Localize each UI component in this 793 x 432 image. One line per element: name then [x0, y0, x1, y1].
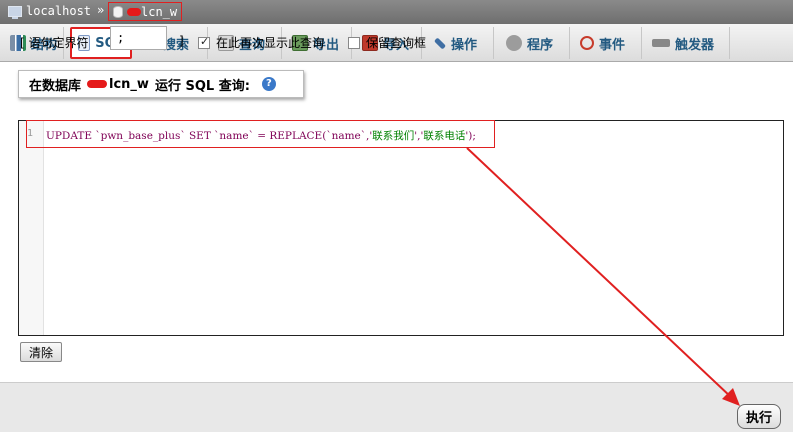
show-again-checkbox[interactable] [198, 35, 210, 49]
clear-button[interactable]: 清除 [20, 342, 62, 362]
tab-operations[interactable]: 操作 [428, 27, 494, 59]
redaction-mark [87, 80, 108, 88]
tab-label: 事件 [599, 37, 626, 53]
routines-icon [506, 35, 522, 51]
show-again-label[interactable]: 在此再次显示此查询 [216, 34, 324, 51]
delimiter-label-open: [ 语句定界符 [20, 36, 89, 50]
breadcrumb-bar: localhost » lcn_w [0, 0, 793, 24]
breadcrumb-server[interactable]: localhost [8, 4, 91, 19]
query-header-database: lcn_w [109, 76, 149, 92]
keep-box-label[interactable]: 保留查询框 [366, 34, 426, 51]
sql-editor[interactable]: 1 UPDATE `pwn_base_plus` SET `name` = RE… [18, 120, 784, 336]
help-icon[interactable]: ? [261, 77, 276, 91]
triggers-icon [652, 39, 670, 47]
query-header-prefix: 在数据库 [29, 78, 82, 94]
line-gutter: 1 [19, 121, 44, 335]
tab-label: 触发器 [675, 37, 715, 53]
highlight-box [26, 120, 495, 148]
database-name[interactable]: lcn_w [141, 5, 177, 19]
keep-box-option[interactable]: 保留查询框 [348, 34, 426, 51]
query-header: 在数据库 lcn_w 运行 SQL 查询: ? [18, 70, 304, 98]
delimiter-label: [ 语句定界符 [20, 34, 89, 51]
breadcrumb-database[interactable]: lcn_w [108, 2, 183, 21]
query-header-suffix: 运行 SQL 查询: [154, 78, 250, 94]
delimiter-input[interactable] [110, 26, 167, 50]
tab-triggers[interactable]: 触发器 [646, 27, 730, 59]
execute-button[interactable]: 执行 [737, 404, 781, 429]
tab-label: 程序 [527, 37, 554, 53]
show-again-option[interactable]: 在此再次显示此查询 [198, 34, 324, 51]
clock-icon [580, 36, 594, 50]
breadcrumb-separator: » [97, 3, 105, 17]
server-name[interactable]: localhost [26, 4, 91, 18]
tab-label: 操作 [451, 37, 478, 53]
delimiter-label-close: ] [179, 34, 184, 48]
options-bar [0, 382, 793, 432]
keep-box-checkbox[interactable] [348, 36, 360, 49]
redaction-mark [127, 7, 141, 16]
delimiter-close: ] [179, 34, 184, 48]
tab-routines[interactable]: 程序 [500, 27, 570, 59]
tab-events[interactable]: 事件 [574, 27, 642, 59]
wrench-icon [433, 36, 447, 50]
server-icon [8, 5, 22, 19]
database-icon [113, 5, 123, 18]
